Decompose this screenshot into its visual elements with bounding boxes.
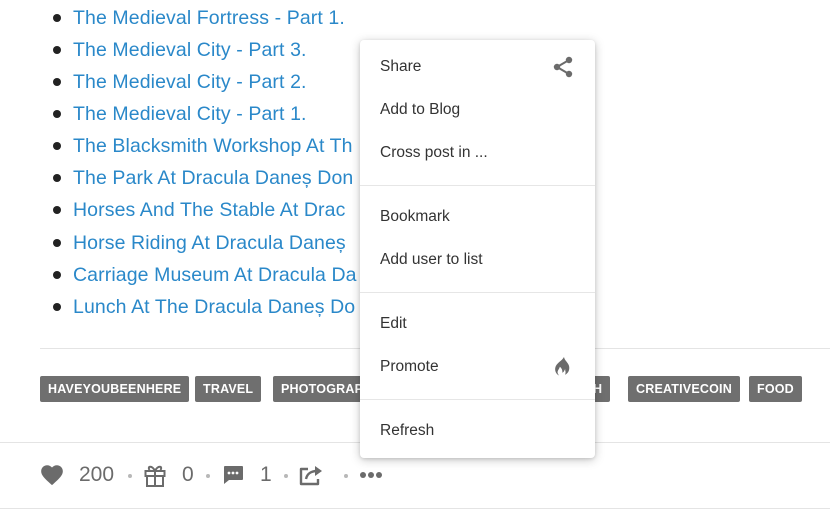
menu-divider (360, 399, 595, 400)
menu-item-label: Promote (380, 358, 439, 375)
more-options-button[interactable] (359, 460, 383, 490)
post-link[interactable]: Horse Riding At Dracula Daneș (73, 227, 346, 259)
reblog-icon (299, 466, 322, 486)
like-button[interactable] (38, 460, 66, 490)
menu-item-label: Edit (380, 315, 407, 332)
post-link[interactable]: Horses And The Stable At Drac (73, 194, 345, 226)
menu-item-add-user-to-list[interactable]: Add user to list (360, 240, 595, 280)
post-link[interactable]: The Blacksmith Workshop At Th (73, 130, 353, 162)
post-link[interactable]: Carriage Museum At Dracula Da (73, 259, 357, 291)
bullet (53, 174, 61, 182)
post-link[interactable]: The Park At Dracula Daneș Don (73, 162, 353, 194)
tag-chip[interactable]: PHOTOGRAP (273, 376, 372, 402)
bullet (53, 271, 61, 279)
menu-item-label: Bookmark (380, 208, 450, 225)
more-horizontal-icon (360, 472, 382, 478)
bullet (53, 78, 61, 86)
context-menu: Share Add to Blog Cross post in ... Book… (360, 40, 595, 458)
tag-chip[interactable]: TRAVEL (195, 376, 262, 402)
tag-chip[interactable]: FOOD (749, 376, 802, 402)
menu-item-promote[interactable]: Promote (360, 347, 595, 387)
tag-chip[interactable]: HAVEYOUBEENHERE (40, 376, 190, 402)
separator-dot (128, 474, 132, 478)
like-count: 200 (79, 463, 115, 486)
tag-chip[interactable]: CREATIVECOIN (628, 376, 740, 402)
comment-button[interactable] (221, 460, 245, 490)
heart-icon (41, 465, 63, 486)
post-link[interactable]: The Medieval Fortress - Part 1. (73, 2, 345, 34)
menu-item-label: Add user to list (380, 251, 483, 268)
fire-icon (555, 357, 570, 376)
comment-icon (224, 466, 243, 484)
gift-icon (144, 465, 166, 487)
reblog-button[interactable] (298, 460, 324, 490)
post-link[interactable]: Lunch At The Dracula Daneș Do (73, 291, 355, 323)
menu-item-label: Cross post in ... (380, 144, 488, 161)
gift-button[interactable] (143, 460, 167, 490)
separator-dot (206, 474, 210, 478)
bullet (53, 46, 61, 54)
share-icon (553, 56, 573, 78)
menu-item-refresh[interactable]: Refresh (360, 411, 595, 451)
menu-item-label: Share (380, 58, 422, 75)
post-link[interactable]: The Medieval City - Part 3. (73, 34, 307, 66)
menu-item-label: Add to Blog (380, 101, 461, 118)
post-link[interactable]: The Medieval City - Part 1. (73, 98, 307, 130)
menu-item-add-to-blog[interactable]: Add to Blog (360, 90, 595, 130)
bullet (53, 206, 61, 214)
menu-item-cross-post[interactable]: Cross post in ... (360, 133, 595, 173)
separator-dot (344, 474, 348, 478)
bullet (53, 303, 61, 311)
bullet (53, 110, 61, 118)
bullet (53, 142, 61, 150)
menu-divider (360, 185, 595, 186)
separator-dot (284, 474, 288, 478)
bullet (53, 239, 61, 247)
menu-item-share[interactable]: Share (360, 47, 595, 87)
comment-count: 1 (260, 463, 272, 486)
post-link[interactable]: The Medieval City - Part 2. (73, 66, 307, 98)
gift-count: 0 (182, 463, 194, 486)
menu-item-label: Refresh (380, 422, 435, 439)
menu-item-edit[interactable]: Edit (360, 304, 595, 344)
bullet (53, 14, 61, 22)
menu-item-bookmark[interactable]: Bookmark (360, 197, 595, 237)
menu-divider (360, 292, 595, 293)
